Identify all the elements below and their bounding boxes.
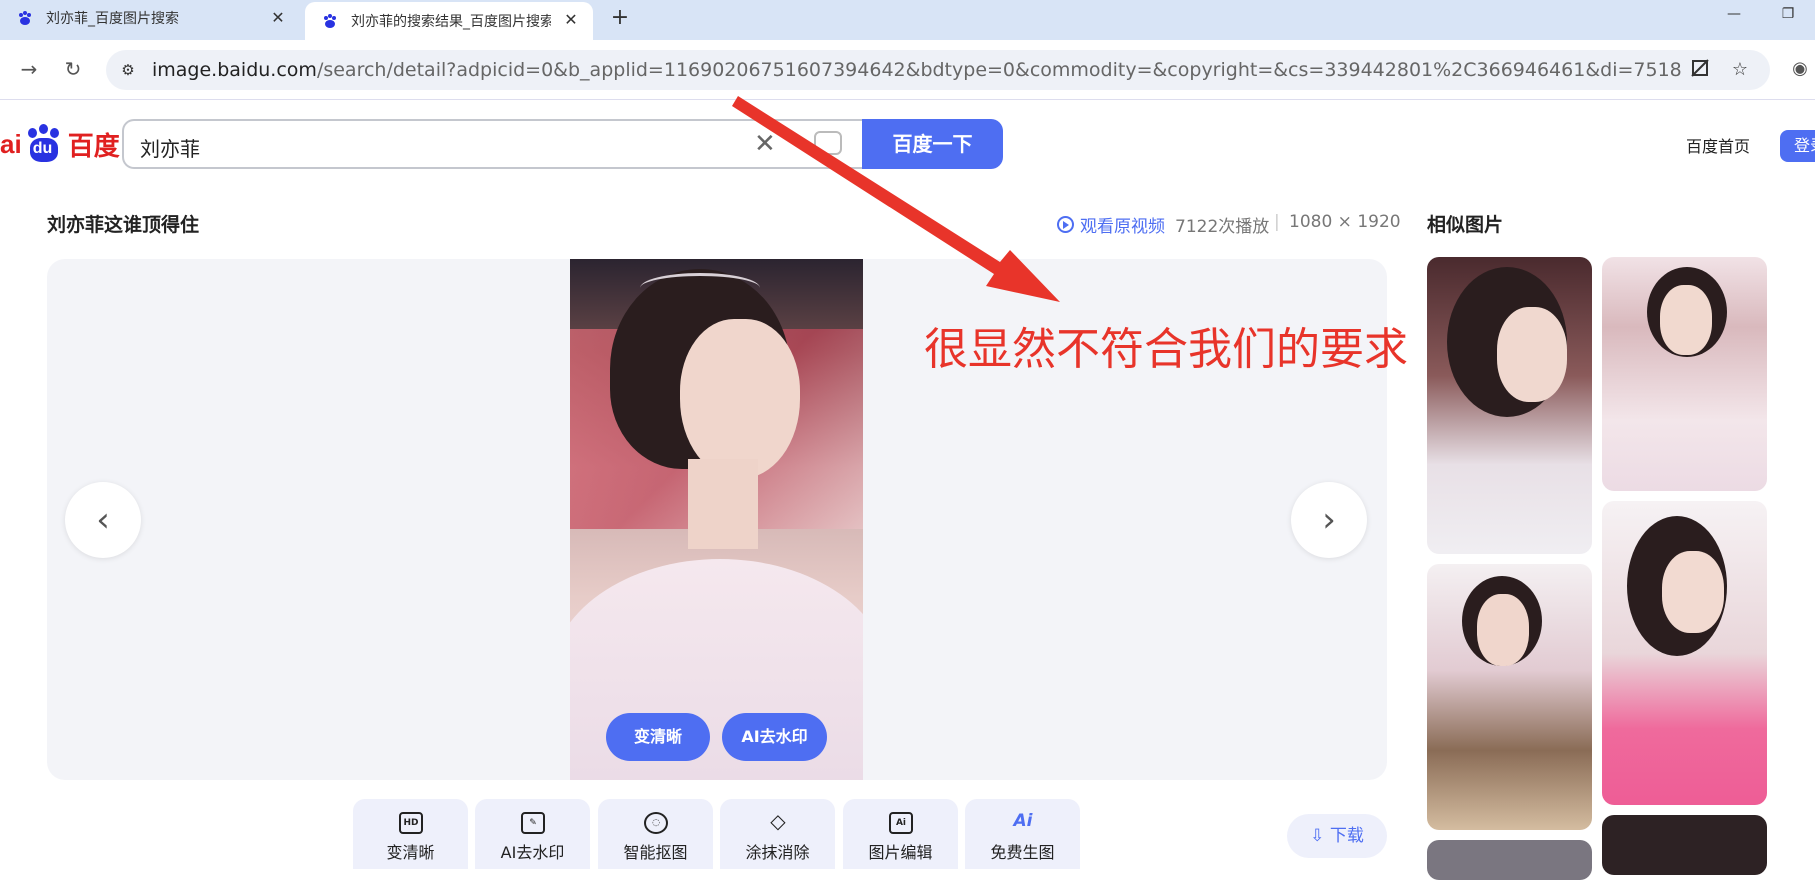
tab-search-results[interactable]: 刘亦菲的搜索结果_百度图片搜索 ✕ xyxy=(305,2,593,40)
page-title: 刘亦菲这谁顶得住 xyxy=(47,214,200,236)
address-bar[interactable]: ⚙ image.baidu.com/search/detail?adpicid=… xyxy=(106,50,1770,90)
tool-label: 变清晰 xyxy=(386,843,435,862)
browser-toolbar: → ↻ ⚙ image.baidu.com/search/detail?adpi… xyxy=(0,40,1815,100)
tab-title: 刘亦菲_百度图片搜索 xyxy=(46,11,179,27)
baidu-paw-icon: du xyxy=(22,124,66,164)
search-box[interactable]: 刘亦菲 ✕ xyxy=(122,119,864,169)
edit-image-icon: ✎ xyxy=(521,812,545,834)
logo-paw-text: du xyxy=(32,140,53,157)
no-translate-icon[interactable] xyxy=(1688,58,1712,82)
clear-icon[interactable]: ✕ xyxy=(754,129,776,159)
tab-title: 刘亦菲的搜索结果_百度图片搜索 xyxy=(351,14,551,30)
similar-title: 相似图片 xyxy=(1427,214,1504,236)
watch-video-label: 观看原视频 xyxy=(1080,217,1165,237)
similar-image[interactable] xyxy=(1602,501,1767,805)
logo-text-right: 百度 xyxy=(67,130,120,161)
search-input[interactable]: 刘亦菲 xyxy=(140,133,200,162)
tab-strip: 刘亦菲_百度图片搜索 ✕ 刘亦菲的搜索结果_百度图片搜索 ✕ + — ❐ xyxy=(0,0,1815,40)
baidu-logo[interactable]: ai du 百度 xyxy=(0,124,120,164)
login-button[interactable]: 登录 xyxy=(1780,130,1815,162)
download-icon: ⇩ xyxy=(1310,826,1330,846)
camera-icon[interactable] xyxy=(814,131,842,155)
hd-icon: HD xyxy=(399,812,423,834)
prev-arrow-icon[interactable]: ‹ xyxy=(65,482,141,558)
tab-baidu-image-search[interactable]: 刘亦菲_百度图片搜索 ✕ xyxy=(0,0,300,36)
eraser-icon: ◇ xyxy=(770,809,786,833)
minimize-icon[interactable]: — xyxy=(1722,6,1746,28)
close-tab-icon[interactable]: ✕ xyxy=(561,10,581,30)
baidu-paw-icon xyxy=(16,9,34,27)
tool-clarify[interactable]: HD 变清晰 xyxy=(353,799,468,869)
ai-watermark-button[interactable]: AI去水印 xyxy=(722,713,827,761)
tool-label: 智能抠图 xyxy=(623,843,688,862)
tool-label: 涂抹消除 xyxy=(745,843,810,862)
clarify-button[interactable]: 变清晰 xyxy=(606,713,710,761)
similar-image[interactable] xyxy=(1427,840,1592,880)
search-button[interactable]: 百度一下 xyxy=(862,119,1003,169)
image-dimensions: 1080 × 1920 xyxy=(1289,212,1401,232)
annotation-text: 很显然不符合我们的要求 xyxy=(924,324,1408,375)
next-arrow-icon[interactable]: › xyxy=(1291,482,1367,558)
download-button[interactable]: ⇩ 下载 xyxy=(1287,814,1387,858)
close-tab-icon[interactable]: ✕ xyxy=(268,8,288,28)
similar-image[interactable] xyxy=(1602,257,1767,491)
play-count: 7122次播放 xyxy=(1175,217,1270,237)
play-icon xyxy=(1057,216,1074,233)
new-tab-button[interactable]: + xyxy=(606,4,634,32)
download-label: 下载 xyxy=(1329,826,1364,846)
similar-image[interactable] xyxy=(1427,564,1592,830)
tool-free-generate[interactable]: Ai 免费生图 xyxy=(965,799,1080,869)
tool-smart-cutout[interactable]: ◌ 智能抠图 xyxy=(598,799,713,869)
similar-image[interactable] xyxy=(1602,815,1767,875)
cutout-icon: ◌ xyxy=(644,812,668,834)
similar-image[interactable] xyxy=(1427,257,1592,554)
main-photo[interactable] xyxy=(570,259,863,780)
tool-ai-watermark[interactable]: ✎ AI去水印 xyxy=(475,799,590,869)
reload-icon[interactable]: ↻ xyxy=(58,54,88,84)
watch-video-link[interactable]: 观看原视频 xyxy=(1057,212,1165,237)
ai-generate-icon: Ai xyxy=(1013,811,1033,831)
tool-label: 免费生图 xyxy=(990,843,1055,862)
url-text[interactable]: image.baidu.com/search/detail?adpicid=0&… xyxy=(152,59,1682,81)
url-path: /search/detail?adpicid=0&b_applid=116902… xyxy=(316,59,1682,81)
tool-erase[interactable]: ◇ 涂抹消除 xyxy=(720,799,835,869)
forward-icon[interactable]: → xyxy=(14,54,44,84)
logo-text-left: ai xyxy=(0,128,22,159)
tool-label: AI去水印 xyxy=(500,843,565,862)
star-icon[interactable]: ☆ xyxy=(1728,58,1752,82)
restore-icon[interactable]: ❐ xyxy=(1776,6,1800,28)
tool-label: 图片编辑 xyxy=(868,843,933,862)
tool-image-edit[interactable]: Ai 图片编辑 xyxy=(843,799,958,869)
site-info-icon[interactable]: ⚙ xyxy=(116,58,140,82)
baidu-paw-icon xyxy=(321,12,339,30)
url-host: image.baidu.com xyxy=(152,59,317,81)
profile-icon[interactable]: ◉ xyxy=(1785,54,1815,84)
ai-edit-icon: Ai xyxy=(889,812,913,834)
baidu-home-link[interactable]: 百度首页 xyxy=(1686,133,1750,157)
divider: | xyxy=(1274,212,1280,232)
